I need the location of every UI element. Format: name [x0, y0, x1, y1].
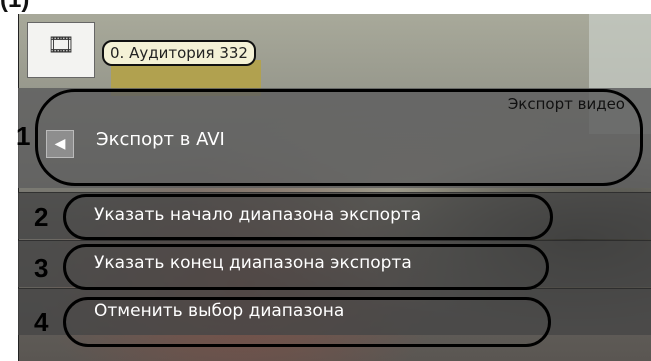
callout-number-2: 2 [34, 202, 49, 232]
callout-oval-4 [63, 297, 551, 347]
callout-number-4: 4 [34, 307, 49, 337]
callout-oval-1 [35, 89, 643, 186]
film-strip-icon: 🎞 [47, 33, 75, 58]
callout-oval-3 [63, 244, 549, 290]
page-heading-fragment: (1) [0, 0, 29, 13]
camera-thumbnail[interactable]: 🎞 [27, 22, 95, 78]
callout-number-1: 1 [16, 121, 31, 151]
callout-oval-2 [63, 194, 553, 240]
callout-number-3: 3 [34, 253, 49, 283]
camera-label: 0. Аудитория 332 [102, 40, 256, 66]
